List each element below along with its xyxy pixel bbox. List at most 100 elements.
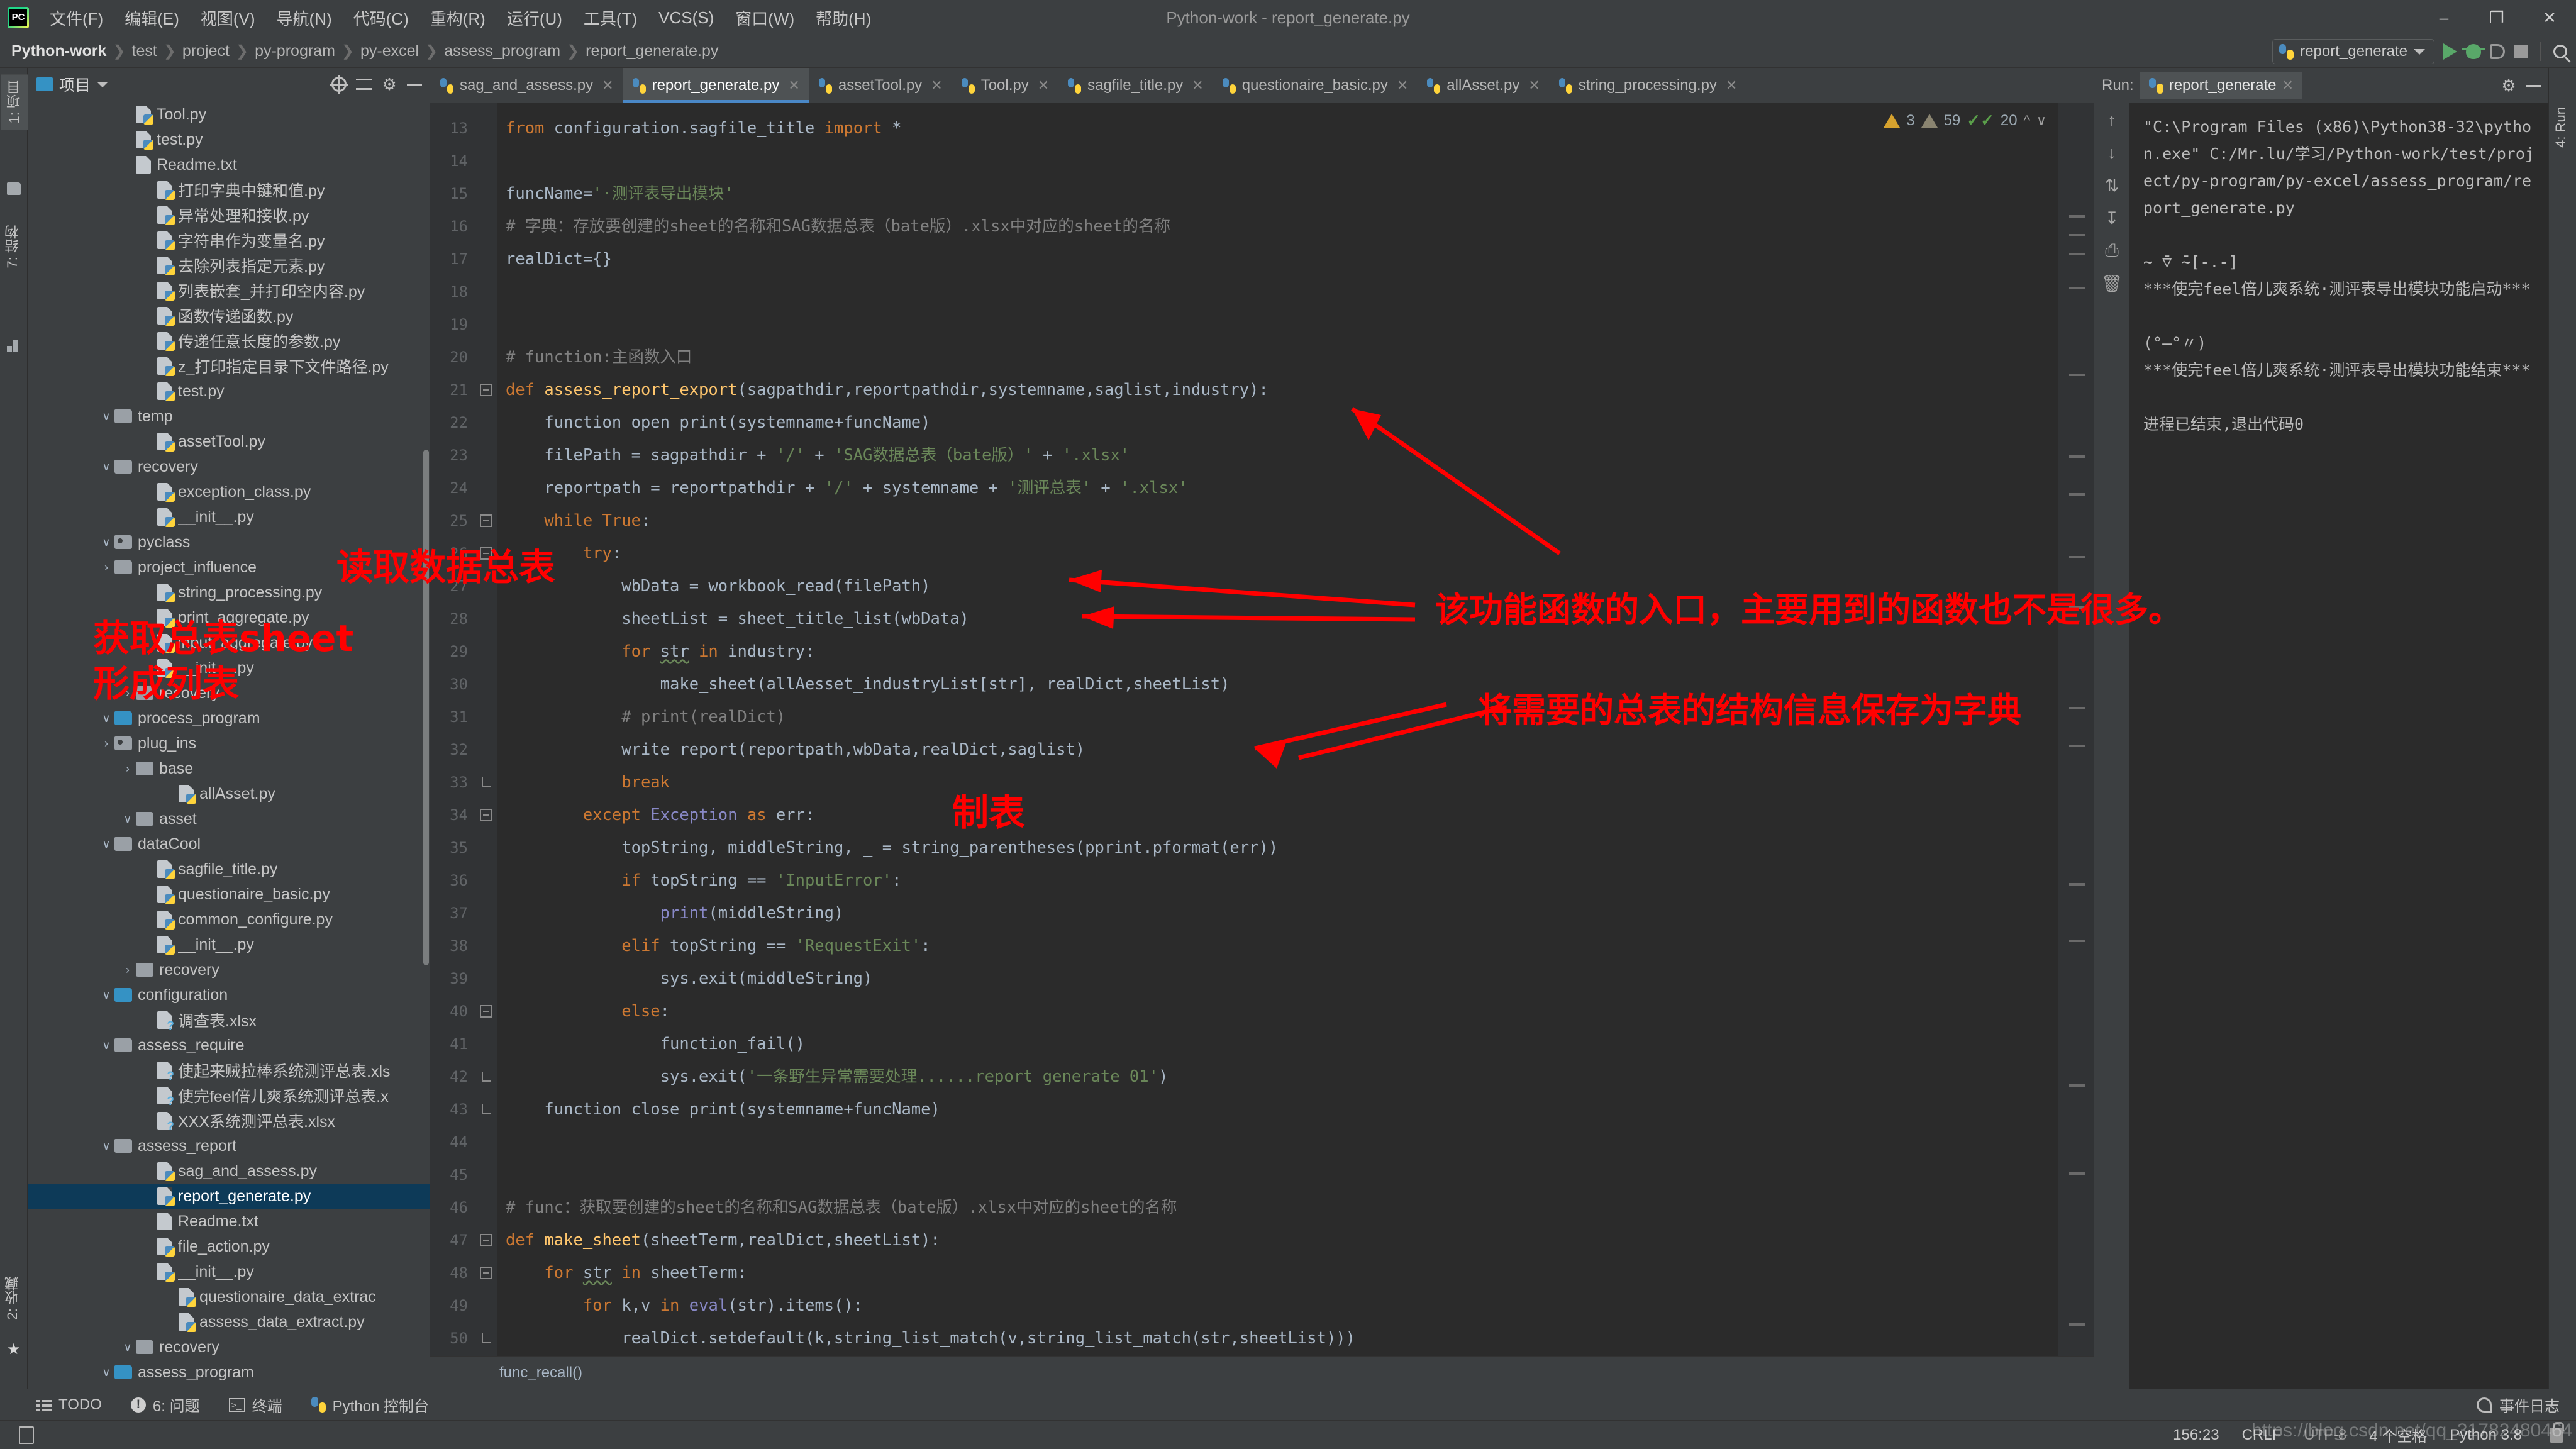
project-tree-scrollbar[interactable] — [423, 450, 429, 965]
scroll-to-end-icon[interactable]: ↧ — [2101, 208, 2123, 229]
chevron-right-icon[interactable]: › — [119, 962, 136, 978]
tree-row[interactable]: › project_influence — [28, 555, 430, 580]
arrow-down-icon[interactable]: ↓ — [2101, 142, 2123, 164]
run-tab[interactable]: report_generate ✕ — [2140, 72, 2302, 99]
code-line[interactable]: for str in industry: — [497, 635, 2058, 668]
soft-wrap-icon[interactable]: ⇅ — [2101, 175, 2123, 196]
tree-row[interactable]: 打印字典中键和值.py — [28, 177, 430, 203]
code-folding-gutter[interactable] — [475, 103, 497, 1356]
code-line[interactable]: sys.exit('一条野生异常需要处理......report_generat… — [497, 1060, 2058, 1093]
code-line[interactable]: filePath = sagpathdir + '/' + 'SAG数据总表（b… — [497, 439, 2058, 472]
editor-tab[interactable]: sagfile_title.py ✕ — [1058, 68, 1213, 103]
code-line[interactable]: else: — [497, 995, 2058, 1028]
structure-icon[interactable] — [7, 340, 21, 352]
tool-bar-event-log[interactable]: 事件日志 — [2477, 1394, 2576, 1416]
tree-row[interactable]: Readme.txt — [28, 1209, 430, 1234]
editor-tab[interactable]: Tool.py ✕ — [952, 68, 1058, 103]
breadcrumb-item-6[interactable]: report_generate.py — [586, 42, 718, 60]
tool-bar-todo[interactable]: TODO — [36, 1396, 102, 1414]
maximize-button[interactable]: ❐ — [2470, 0, 2523, 35]
rail-tab-project[interactable]: 1: 项目 — [1, 74, 28, 130]
right-marker-gutter[interactable] — [2058, 103, 2094, 1356]
fold-marker[interactable] — [475, 766, 497, 799]
chevron-up-icon[interactable]: ^ — [2024, 113, 2030, 129]
menu-refactor[interactable]: 重构(R) — [419, 3, 496, 33]
code-line[interactable]: reportpath = reportpathdir + '/' + syste… — [497, 472, 2058, 504]
collapse-icon[interactable] — [480, 1267, 492, 1279]
code-line[interactable]: from configuration.sagfile_title import … — [497, 112, 2058, 145]
code-line[interactable] — [497, 1158, 2058, 1191]
chevron-right-icon[interactable]: › — [119, 685, 136, 701]
close-icon[interactable]: ✕ — [1726, 77, 1737, 94]
code-line[interactable]: # function:主函数入口 — [497, 341, 2058, 374]
code-line[interactable]: try: — [497, 537, 2058, 570]
code-line[interactable]: break — [497, 766, 2058, 799]
run-hide-button[interactable] — [2524, 76, 2543, 95]
tree-row[interactable]: __init__.py — [28, 932, 430, 957]
chevron-down-icon[interactable]: ∨ — [2036, 113, 2046, 129]
close-icon[interactable]: ✕ — [602, 77, 613, 94]
clear-all-icon[interactable]: 🗑 — [2101, 273, 2123, 294]
chevron-down-icon[interactable]: ∨ — [98, 836, 114, 852]
code-line[interactable]: if topString == 'InputError': — [497, 864, 2058, 897]
editor-tab[interactable]: allAsset.py ✕ — [1417, 68, 1549, 103]
close-icon[interactable]: ✕ — [2282, 77, 2294, 94]
tree-row[interactable]: questionaire_data_extrac — [28, 1284, 430, 1309]
tree-row[interactable]: report_generate.py — [28, 1184, 430, 1209]
close-button[interactable]: ✕ — [2523, 0, 2576, 35]
tree-row[interactable]: ∨ assess_report — [28, 1133, 430, 1158]
close-icon[interactable]: ✕ — [1528, 77, 1540, 94]
tree-row[interactable]: __init__.py — [28, 504, 430, 530]
close-icon[interactable]: ✕ — [788, 77, 799, 94]
code-line[interactable]: realDict.setdefault(k,string_list_match(… — [497, 1322, 2058, 1355]
tree-row[interactable]: z_打印指定目录下文件路径.py — [28, 353, 430, 379]
folder-icon[interactable] — [7, 182, 21, 195]
rail-tab-run[interactable]: 4: Run — [2553, 107, 2569, 148]
tree-row[interactable]: ∨ recovery — [28, 454, 430, 479]
tree-row[interactable]: input_aggregate.py — [28, 630, 430, 655]
breadcrumb-item-5[interactable]: assess_program — [444, 42, 560, 60]
menu-file[interactable]: 文件(F) — [39, 3, 114, 33]
code-line[interactable]: sys.exit(middleString) — [497, 962, 2058, 995]
coverage-button-icon[interactable] — [2490, 44, 2505, 59]
fold-marker[interactable] — [475, 504, 497, 537]
tree-row[interactable]: print_aggregate.py — [28, 605, 430, 630]
code-line[interactable] — [497, 145, 2058, 177]
code-line[interactable]: for str in sheetTerm: — [497, 1257, 2058, 1289]
code-line[interactable]: def assess_report_export(sagpathdir,repo… — [497, 374, 2058, 406]
fold-marker[interactable] — [475, 374, 497, 406]
editor-tab[interactable]: report_generate.py ✕ — [622, 68, 809, 103]
tree-row[interactable]: Tool.py — [28, 102, 430, 127]
code-line[interactable]: except Exception as err: — [497, 799, 2058, 831]
tree-row[interactable]: ∨ configuration — [28, 982, 430, 1008]
tree-row[interactable]: › plug_ins — [28, 731, 430, 756]
chevron-right-icon[interactable]: › — [119, 760, 136, 777]
tree-row[interactable]: file_action.py — [28, 1234, 430, 1259]
code-line[interactable]: sheetList = sheet_title_list(wbData) — [497, 602, 2058, 635]
run-button-icon[interactable] — [2443, 43, 2457, 60]
code-line[interactable]: # print(realDict) — [497, 701, 2058, 733]
tree-row[interactable]: 使起来贼拉棒系统测评总表.xls — [28, 1058, 430, 1084]
chevron-right-icon[interactable]: › — [98, 735, 114, 752]
chevron-down-icon[interactable]: ∨ — [98, 1138, 114, 1154]
code-text[interactable]: from configuration.sagfile_title import … — [497, 103, 2058, 1356]
tree-row[interactable]: 异常处理和接收.py — [28, 203, 430, 228]
chevron-down-icon[interactable]: ∨ — [98, 408, 114, 425]
indent-setting[interactable]: 4 个空格 — [2369, 1424, 2427, 1446]
tool-bar-python-console[interactable]: Python 控制台 — [311, 1394, 429, 1416]
editor-tab[interactable]: questionaire_basic.py ✕ — [1213, 68, 1418, 103]
breadcrumb-item-0[interactable]: Python-work — [11, 42, 106, 60]
tree-row[interactable]: › base — [28, 756, 430, 781]
editor-tab[interactable]: assetTool.py ✕ — [809, 68, 952, 103]
tree-row[interactable]: ∨ assess_require — [28, 1033, 430, 1058]
tree-row[interactable]: ∨ process_program — [28, 706, 430, 731]
tree-row[interactable]: assetTool.py — [28, 429, 430, 454]
code-line[interactable]: realDict={} — [497, 243, 2058, 275]
tree-row[interactable]: test.py — [28, 379, 430, 404]
code-line[interactable]: funcName='·测评表导出模块' — [497, 177, 2058, 210]
menu-tools[interactable]: 工具(T) — [573, 3, 648, 33]
debug-button-icon[interactable] — [2462, 44, 2485, 59]
fold-marker[interactable] — [475, 1257, 497, 1289]
fold-marker[interactable] — [475, 1322, 497, 1355]
line-separator[interactable]: CRLF — [2242, 1426, 2282, 1444]
